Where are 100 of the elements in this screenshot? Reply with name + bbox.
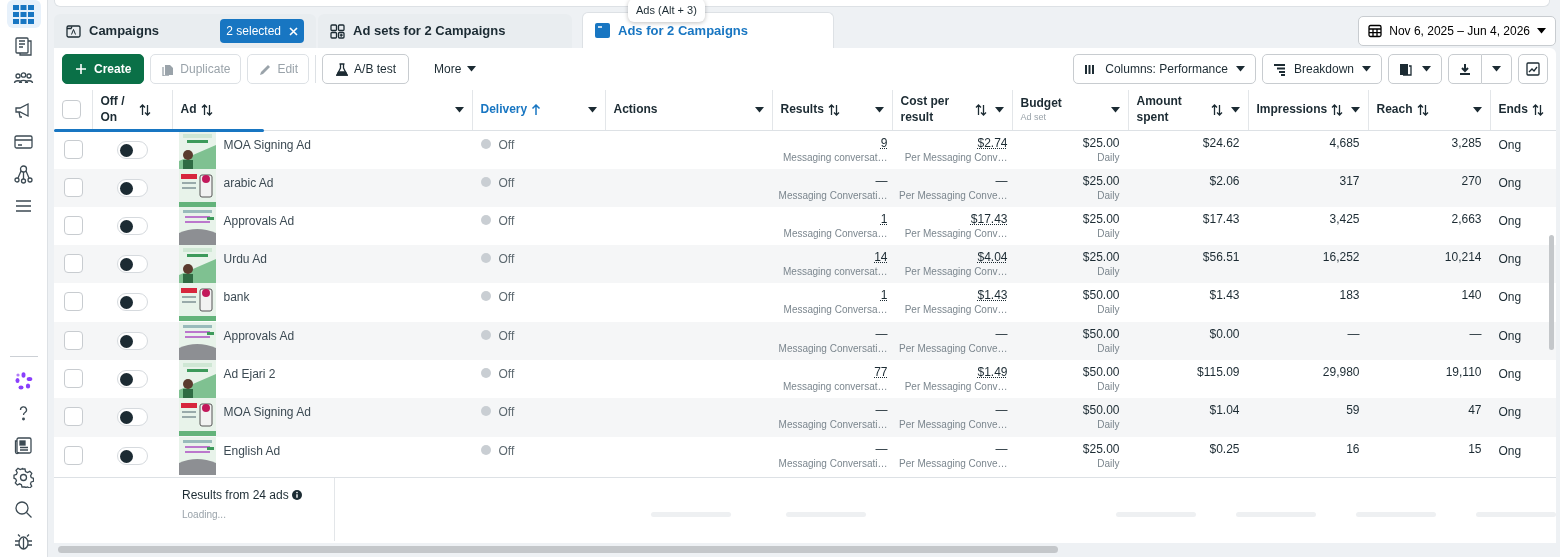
caret-icon bbox=[1537, 28, 1546, 34]
breakdown-icon bbox=[1272, 62, 1286, 76]
ad-name[interactable]: MOA Signing Ad bbox=[223, 398, 311, 437]
caret-icon bbox=[1351, 106, 1361, 113]
caret-icon bbox=[874, 106, 884, 113]
charts-button[interactable] bbox=[1518, 54, 1548, 84]
ad-name[interactable]: MOA Signing Ad bbox=[223, 130, 311, 169]
row-checkbox[interactable] bbox=[64, 407, 83, 427]
ad-name[interactable]: Approvals Ad bbox=[223, 206, 295, 245]
selection-badge[interactable]: 2 selected bbox=[220, 19, 304, 43]
delivery-status: Off bbox=[498, 367, 515, 381]
table-cell: 1 bbox=[880, 288, 888, 303]
ad-name[interactable]: Urdu Ad bbox=[223, 245, 267, 284]
metric-label: Per Messaging Conv… bbox=[903, 303, 1008, 318]
info-icon bbox=[291, 489, 302, 500]
select-all-checkbox[interactable] bbox=[62, 100, 81, 120]
metric-label: Messaging Conversati… bbox=[777, 418, 888, 433]
column-header[interactable]: Amount spent bbox=[1136, 94, 1240, 126]
ad-name[interactable]: English Ad bbox=[223, 436, 281, 475]
reports-button[interactable] bbox=[1388, 54, 1442, 84]
budget-period: Daily bbox=[1097, 418, 1120, 433]
column-header[interactable]: Actions bbox=[613, 101, 764, 118]
toolbar-button[interactable]: Breakdown bbox=[1261, 54, 1382, 84]
table-cell: $1.43 bbox=[1209, 288, 1240, 303]
row-checkbox[interactable] bbox=[64, 177, 83, 197]
toolbar-button[interactable]: A/B test bbox=[322, 54, 410, 84]
table-cell: 19,110 bbox=[1445, 365, 1482, 379]
toggle-switch[interactable] bbox=[116, 370, 148, 388]
row-checkbox[interactable] bbox=[64, 139, 83, 159]
table-cell: $4.04 bbox=[977, 250, 1008, 265]
toolbar-button[interactable]: Columns: Performance bbox=[1073, 54, 1256, 84]
metric-label: Messaging Conversati… bbox=[777, 188, 888, 203]
toolbar-button[interactable]: Create bbox=[62, 54, 145, 84]
date-range-picker[interactable]: Nov 6, 2025 – Jun 4, 2026 bbox=[1358, 16, 1556, 46]
budget-period: Daily bbox=[1097, 226, 1120, 241]
caret-icon bbox=[1422, 66, 1431, 72]
close-icon[interactable] bbox=[289, 26, 298, 36]
toggle-switch[interactable] bbox=[116, 178, 148, 197]
column-header[interactable]: Reach bbox=[1376, 101, 1482, 118]
table-cell: 2,663 bbox=[1451, 211, 1482, 226]
ad-name[interactable]: Ad Ejari 2 bbox=[223, 360, 276, 398]
loading-text: Loading... bbox=[182, 507, 227, 522]
toggle-switch[interactable] bbox=[116, 140, 148, 159]
grid-icon bbox=[13, 3, 34, 25]
toggle-switch[interactable] bbox=[116, 255, 148, 274]
export-menu-button[interactable] bbox=[1482, 54, 1512, 84]
metric-label: Per Messaging Conv… bbox=[903, 265, 1008, 280]
toggle-switch[interactable] bbox=[116, 216, 148, 235]
toggle-switch[interactable] bbox=[116, 293, 148, 312]
flower-icon bbox=[13, 370, 34, 392]
budget-period: Daily bbox=[1097, 303, 1120, 318]
row-checkbox[interactable] bbox=[64, 292, 83, 312]
table-cell: — bbox=[995, 441, 1008, 456]
toggle-switch[interactable] bbox=[116, 408, 148, 427]
table-cell: $25.00 bbox=[1082, 441, 1120, 456]
tooltip: Ads (Alt + 3) bbox=[628, 0, 705, 22]
table-cell: $0.00 bbox=[1209, 326, 1240, 341]
column-header[interactable]: Cost per result bbox=[900, 94, 1004, 126]
sort-icon bbox=[1210, 103, 1223, 116]
toggle-switch[interactable] bbox=[116, 331, 148, 350]
duplicate-icon bbox=[161, 62, 175, 76]
ad-name[interactable]: bank bbox=[223, 283, 250, 322]
tab[interactable]: Campaigns 2 selected bbox=[54, 14, 316, 48]
search-icon bbox=[13, 498, 34, 520]
table-cell: — bbox=[1469, 326, 1482, 341]
caret-icon bbox=[467, 66, 477, 72]
column-header[interactable]: Budget Ad set bbox=[1020, 96, 1120, 124]
row-checkbox[interactable] bbox=[64, 215, 83, 235]
column-header[interactable]: Impressions bbox=[1256, 101, 1360, 118]
column-header[interactable]: Results bbox=[780, 101, 884, 118]
metric-label: Messaging Conversati… bbox=[777, 456, 888, 471]
scrollbar[interactable] bbox=[58, 546, 1058, 553]
caret-icon bbox=[1110, 106, 1120, 113]
news-icon bbox=[13, 434, 34, 456]
metric-label: Messaging Conversati… bbox=[777, 341, 888, 356]
row-checkbox[interactable] bbox=[64, 254, 83, 274]
row-checkbox[interactable] bbox=[64, 445, 83, 465]
flask-icon bbox=[335, 62, 349, 76]
column-header[interactable]: Ends bbox=[1498, 101, 1552, 118]
sort-icon bbox=[138, 103, 151, 116]
column-header[interactable]: Delivery bbox=[480, 101, 597, 118]
sidebar-item[interactable] bbox=[6, 0, 41, 28]
ad-name[interactable]: arabic Ad bbox=[223, 168, 274, 207]
toggle-switch[interactable] bbox=[116, 446, 148, 465]
table-cell: $2.74 bbox=[977, 135, 1008, 150]
row-checkbox[interactable] bbox=[64, 330, 83, 350]
table-cell: 140 bbox=[1461, 288, 1482, 303]
ad-name[interactable]: Approvals Ad bbox=[223, 321, 295, 360]
row-checkbox[interactable] bbox=[64, 369, 83, 388]
column-header[interactable]: Off / On bbox=[100, 94, 164, 126]
column-header[interactable]: Ad bbox=[180, 101, 464, 118]
scrollbar[interactable] bbox=[1549, 235, 1554, 350]
table-cell: 59 bbox=[1346, 403, 1360, 418]
export-button[interactable] bbox=[1448, 54, 1482, 84]
budget-period: Daily bbox=[1097, 380, 1120, 394]
arrow-up-icon bbox=[531, 103, 542, 116]
table-cell: $1.49 bbox=[977, 365, 1008, 379]
tab[interactable]: Ad sets for 2 Campaigns bbox=[318, 14, 572, 48]
settings-icon bbox=[13, 466, 34, 488]
table-cell: $25.00 bbox=[1082, 135, 1120, 150]
